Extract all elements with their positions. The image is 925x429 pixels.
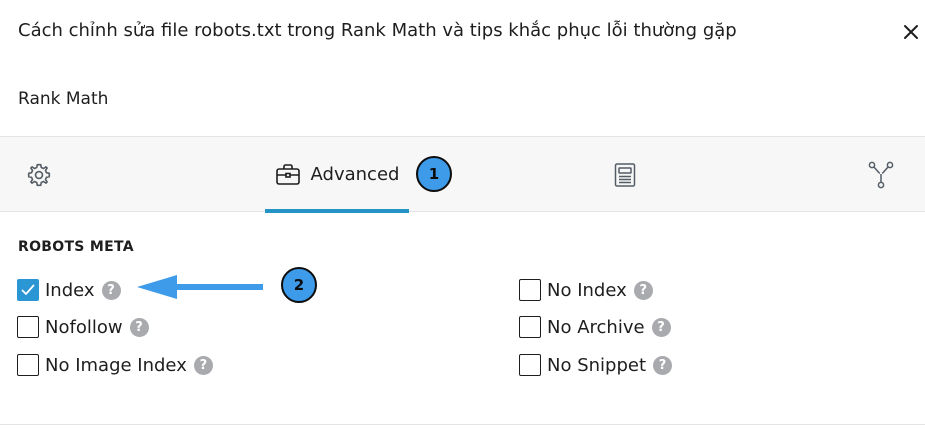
noindex-label: No Index bbox=[547, 279, 627, 301]
robots-noimageindex-option: No Image Index ? bbox=[17, 351, 213, 379]
tab-social[interactable] bbox=[856, 137, 906, 212]
help-icon[interactable]: ? bbox=[633, 280, 653, 300]
help-icon[interactable]: ? bbox=[193, 355, 213, 375]
robots-nosnippet-option: No Snippet ? bbox=[519, 351, 673, 379]
tab-advanced[interactable]: Advanced bbox=[265, 137, 409, 213]
checkmark-icon bbox=[21, 284, 35, 295]
noimageindex-checkbox[interactable] bbox=[17, 354, 39, 376]
active-tab-indicator bbox=[265, 209, 409, 213]
nofollow-label: Nofollow bbox=[45, 316, 123, 338]
index-label: Index bbox=[45, 279, 95, 301]
annotation-arrow-icon bbox=[137, 275, 263, 299]
noindex-checkbox[interactable] bbox=[519, 279, 541, 301]
gear-icon bbox=[27, 163, 51, 186]
annotation-badge-1: 1 bbox=[416, 156, 452, 192]
help-icon[interactable]: ? bbox=[651, 317, 671, 337]
noarchive-checkbox[interactable] bbox=[519, 316, 541, 338]
divider bbox=[0, 424, 925, 425]
nosnippet-checkbox[interactable] bbox=[519, 354, 541, 376]
help-icon[interactable]: ? bbox=[101, 280, 121, 300]
help-icon[interactable]: ? bbox=[653, 355, 673, 375]
nosnippet-label: No Snippet bbox=[547, 354, 647, 376]
post-title: Cách chỉnh sửa file robots.txt trong Ran… bbox=[18, 20, 737, 41]
tab-bar: Advanced bbox=[0, 136, 925, 213]
robots-noindex-option: No Index ? bbox=[519, 276, 653, 304]
index-checkbox[interactable] bbox=[17, 279, 39, 301]
annotation-badge-2: 2 bbox=[281, 267, 317, 303]
tab-general[interactable] bbox=[14, 137, 64, 212]
tab-schema[interactable] bbox=[600, 137, 650, 212]
help-icon[interactable]: ? bbox=[129, 317, 149, 337]
robots-meta-title: ROBOTS META bbox=[18, 239, 134, 255]
robots-nofollow-option: Nofollow ? bbox=[17, 313, 149, 341]
robots-noarchive-option: No Archive ? bbox=[519, 313, 671, 341]
noarchive-label: No Archive bbox=[547, 316, 645, 338]
plugin-name: Rank Math bbox=[18, 89, 109, 109]
rank-math-panel: Cách chỉnh sửa file robots.txt trong Ran… bbox=[0, 0, 925, 429]
close-button[interactable] bbox=[899, 20, 923, 44]
noimageindex-label: No Image Index bbox=[45, 354, 187, 376]
robots-index-option: Index ? bbox=[17, 276, 121, 304]
document-icon bbox=[614, 162, 636, 187]
close-icon bbox=[904, 25, 918, 39]
tab-advanced-label: Advanced bbox=[310, 164, 400, 185]
nofollow-checkbox[interactable] bbox=[17, 316, 39, 338]
share-network-icon bbox=[868, 161, 894, 188]
briefcase-icon bbox=[275, 163, 300, 185]
